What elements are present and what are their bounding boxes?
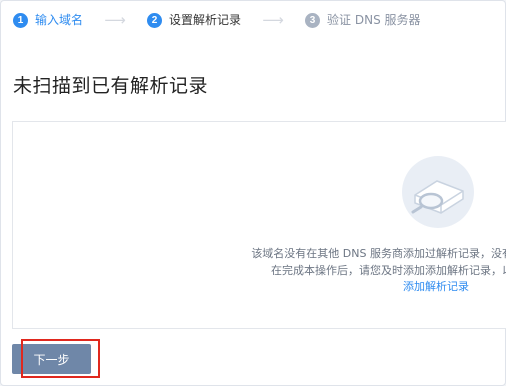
step-number-badge: 2: [147, 12, 163, 28]
step-set-records: 2 设置解析记录: [147, 12, 241, 28]
step-enter-domain: 1 输入域名: [13, 12, 83, 28]
arrow-right-icon: ⟶: [262, 11, 284, 29]
arrow-right-icon: ⟶: [104, 11, 126, 29]
step-number-badge: 3: [305, 12, 321, 28]
step-label: 输入域名: [35, 13, 84, 27]
empty-search-icon: [402, 156, 474, 228]
dns-setup-window: 1 输入域名 ⟶ 2 设置解析记录 ⟶ 3 验证 DNS 服务器 未扫描到已有解…: [0, 0, 506, 386]
add-record-link[interactable]: 添加解析记录: [403, 278, 469, 294]
step-number-badge: 1: [13, 12, 28, 28]
step-indicator: 1 输入域名 ⟶ 2 设置解析记录 ⟶ 3 验证 DNS 服务器: [13, 11, 421, 29]
next-step-button[interactable]: 下一步: [12, 344, 91, 374]
page-title: 未扫描到已有解析记录: [13, 75, 209, 97]
step-label: 设置解析记录: [169, 13, 242, 27]
step-verify-dns: 3 验证 DNS 服务器: [305, 12, 421, 28]
empty-state-message: 该域名没有在其他 DNS 服务商添加过解析记录，没有 在完成本操作后，请您及时添…: [193, 245, 506, 279]
empty-state-line: 该域名没有在其他 DNS 服务商添加过解析记录，没有: [251, 247, 506, 260]
records-panel: 该域名没有在其他 DNS 服务商添加过解析记录，没有 在完成本操作后，请您及时添…: [12, 121, 506, 329]
empty-state-line: 在完成本操作后，请您及时添加添加解析记录，以: [271, 264, 506, 277]
step-label: 验证 DNS 服务器: [327, 13, 421, 27]
